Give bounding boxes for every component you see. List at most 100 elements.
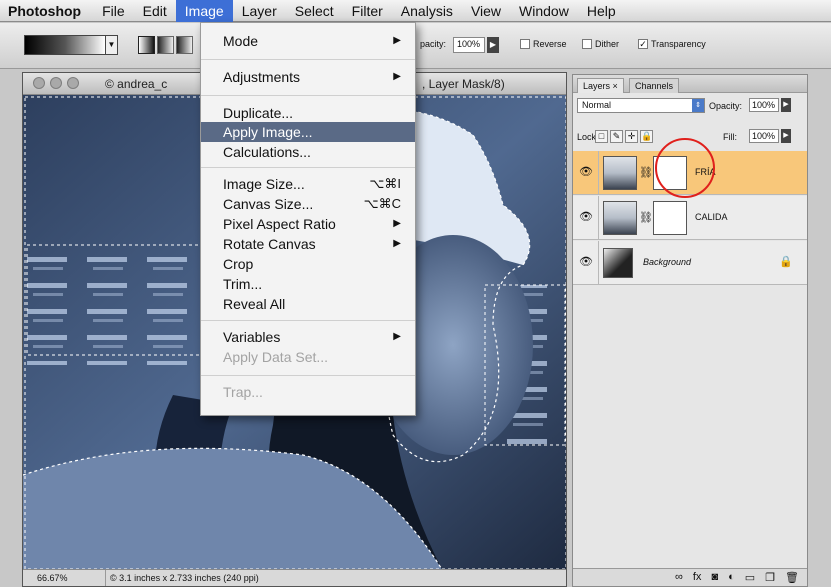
menu-item-calculations[interactable]: Calculations... (201, 142, 415, 162)
menu-photoshop[interactable]: Photoshop (0, 0, 93, 22)
panel-tab-bar: Layers × Channels (573, 75, 807, 93)
menu-analysis[interactable]: Analysis (392, 0, 462, 22)
document-title-right: , Layer Mask/8) (422, 77, 505, 91)
menu-item-variables[interactable]: Variables ▶ (201, 327, 415, 347)
layer-name[interactable]: Background (643, 257, 691, 267)
menu-item-apply-data-set: Apply Data Set... (223, 349, 329, 365)
gradient-picker[interactable] (24, 35, 106, 55)
layer-style-fx-icon[interactable]: fx (693, 571, 702, 584)
menu-help[interactable]: Help (578, 0, 625, 22)
menu-item-image-size[interactable]: Image Size... ⌥⌘I (201, 174, 415, 194)
menu-filter[interactable]: Filter (343, 0, 392, 22)
menu-separator (201, 320, 415, 321)
menu-item-rotate-canvas[interactable]: Rotate Canvas ▶ (201, 234, 415, 254)
menu-edit[interactable]: Edit (134, 0, 176, 22)
menu-window[interactable]: Window (510, 0, 578, 22)
lock-image-icon[interactable]: ✎ (610, 130, 623, 143)
layers-panel-footer: ∞ fx ◙ ◐ ▭ ❐ 🗑 (573, 568, 807, 586)
layer-mask-thumbnail[interactable] (653, 201, 687, 235)
menu-item-mode[interactable]: Mode ▶ (201, 31, 415, 51)
eye-icon[interactable]: 👁 (578, 164, 594, 180)
annotation-circle (655, 138, 715, 198)
menu-image[interactable]: Image (175, 0, 233, 22)
layer-row-background[interactable]: 👁 Background 🔒 (573, 241, 807, 285)
menu-select[interactable]: Select (286, 0, 343, 22)
tab-layers[interactable]: Layers × (577, 78, 624, 93)
reverse-checkbox-box[interactable] (520, 39, 530, 49)
document-title-left: © andrea_c (105, 77, 168, 91)
opacity-stepper[interactable]: ▶ (487, 37, 499, 53)
lock-transparent-icon[interactable]: □ (595, 130, 608, 143)
reverse-checkbox[interactable]: Reverse (520, 39, 567, 49)
gradient-dropdown-arrow-icon[interactable]: ▼ (106, 35, 118, 55)
menu-separator (201, 167, 415, 168)
opacity-label: Opacity: (709, 101, 743, 111)
background-layer-thumbnail[interactable] (603, 248, 633, 278)
submenu-arrow-icon: ▶ (393, 218, 401, 229)
transparency-checkbox-box[interactable]: ✓ (638, 39, 648, 49)
window-controls (33, 77, 79, 89)
layer-divider (598, 241, 599, 284)
blend-mode-select[interactable]: Normal ⇕ (577, 98, 705, 113)
zoom-level[interactable]: 66.67% (37, 570, 68, 586)
fill-label: Fill: (723, 132, 737, 142)
shortcut-image-size: ⌥⌘I (369, 176, 401, 191)
layer-row-calida[interactable]: 👁 ⛓ CALIDA (573, 196, 807, 240)
angle-gradient-button[interactable] (176, 36, 193, 54)
menu-item-adjustments[interactable]: Adjustments ▶ (201, 67, 415, 87)
layer-name[interactable]: CALIDA (695, 212, 728, 222)
eye-icon[interactable]: 👁 (578, 209, 594, 225)
layer-action-buttons: ∞ fx ◙ ◐ ▭ ❐ 🗑 (675, 571, 799, 584)
gradient-type-buttons (138, 36, 193, 54)
image-menu-dropdown: Mode ▶ Adjustments ▶ Duplicate... Apply Im… (200, 22, 416, 416)
transparency-checkbox[interactable]: ✓ Transparency (638, 39, 706, 49)
select-stepper-icon: ⇕ (692, 99, 704, 112)
menu-layer[interactable]: Layer (233, 0, 286, 22)
eye-icon[interactable]: 👁 (578, 254, 594, 270)
layer-divider (598, 151, 599, 194)
transparency-label: Transparency (651, 39, 706, 49)
layer-opacity-stepper[interactable]: ▶ (781, 98, 791, 112)
lock-position-icon[interactable]: ✛ (625, 130, 638, 143)
menu-item-crop[interactable]: Crop (201, 254, 415, 274)
link-layers-icon[interactable]: ∞ (675, 571, 683, 584)
submenu-arrow-icon: ▶ (393, 331, 401, 342)
fill-input[interactable]: 100% (749, 129, 779, 143)
shortcut-canvas-size: ⌥⌘C (363, 196, 401, 211)
tab-channels[interactable]: Channels (629, 78, 680, 93)
link-chain-icon[interactable]: ⛓ (639, 211, 653, 224)
menu-view[interactable]: View (462, 0, 510, 22)
new-group-icon[interactable]: ▭ (745, 571, 755, 584)
menu-item-duplicate[interactable]: Duplicate... (201, 103, 415, 123)
menu-item-reveal-all[interactable]: Reveal All (201, 294, 415, 314)
submenu-arrow-icon: ▶ (393, 238, 401, 249)
minimize-window-icon[interactable] (50, 77, 62, 89)
menu-item-trim[interactable]: Trim... (201, 274, 415, 294)
dither-checkbox[interactable]: Dither (582, 39, 619, 49)
menu-file[interactable]: File (93, 0, 134, 22)
adjustment-layer-thumbnail[interactable] (603, 156, 637, 190)
lock-all-icon[interactable]: 🔒 (640, 130, 653, 143)
link-chain-icon[interactable]: ⛓ (639, 166, 653, 179)
adjustment-layer-icon[interactable]: ◐ (728, 571, 735, 584)
menu-item-pixel-aspect-ratio[interactable]: Pixel Aspect Ratio ▶ (201, 214, 415, 234)
new-layer-icon[interactable]: ❐ (765, 571, 775, 584)
add-mask-icon[interactable]: ◙ (711, 571, 718, 584)
opacity-input[interactable]: 100% (453, 37, 485, 53)
zoom-window-icon[interactable] (67, 77, 79, 89)
document-info[interactable]: © 3.1 inches x 2.733 inches (240 ppi) (105, 570, 325, 586)
menu-item-canvas-size[interactable]: Canvas Size... ⌥⌘C (201, 194, 415, 214)
dither-label: Dither (595, 39, 620, 49)
menu-separator (201, 59, 415, 60)
radial-gradient-button[interactable] (157, 36, 174, 54)
close-window-icon[interactable] (33, 77, 45, 89)
layer-opacity-input[interactable]: 100% (749, 98, 779, 112)
menu-item-apply-image[interactable]: Apply Image... (201, 122, 415, 142)
dither-checkbox-box[interactable] (582, 39, 592, 49)
fill-stepper[interactable]: ▶ (781, 129, 791, 143)
document-status-bar: 66.67% © 3.1 inches x 2.733 inches (240 … (23, 569, 566, 586)
menu-item-trap: Trap... (223, 384, 263, 400)
adjustment-layer-thumbnail[interactable] (603, 201, 637, 235)
linear-gradient-button[interactable] (138, 36, 155, 54)
delete-layer-icon[interactable]: 🗑 (785, 571, 799, 584)
